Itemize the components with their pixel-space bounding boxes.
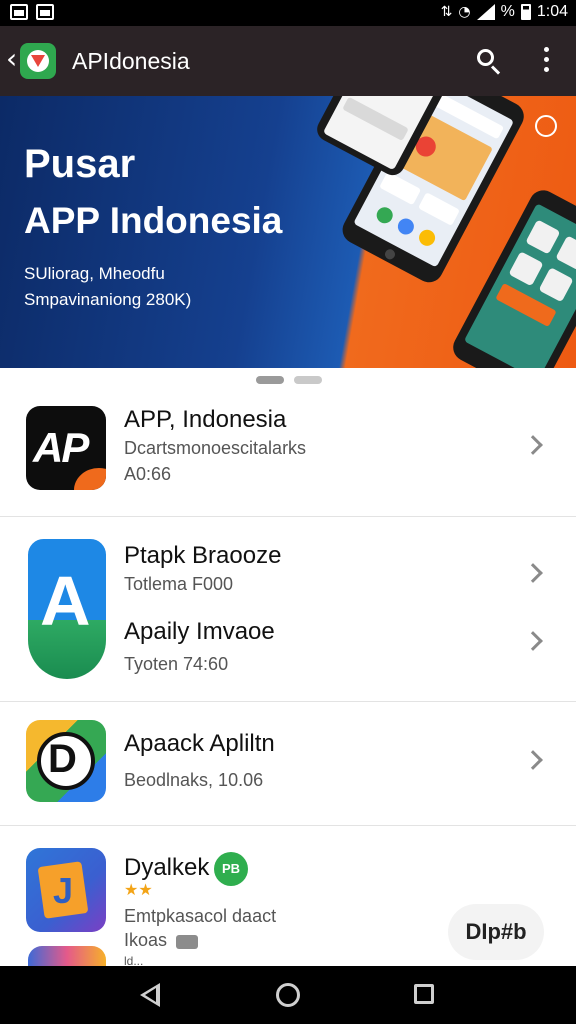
app-icon-a: A [28, 539, 106, 679]
vibrate-icon: ⇅ [440, 4, 453, 20]
status-right-icons: ⇅ ◔ % 1:04 [441, 3, 568, 21]
more-vert-icon[interactable] [536, 47, 556, 75]
list-item-subtitle: Beodlnaks, 10.06 [124, 770, 264, 790]
chevron-right-icon[interactable] [523, 563, 543, 583]
notification-icon [10, 4, 28, 20]
list-item-title: Ptapk Braooze [124, 542, 282, 569]
app-bar: ‹ APIdonesia [0, 26, 576, 96]
verified-badge-icon: PB [214, 852, 248, 886]
carousel-indicator [256, 376, 322, 384]
back-icon[interactable]: ‹ [6, 44, 17, 74]
list-item-meta: Tyoten 74:60 [124, 654, 229, 674]
list-item-meta: Ikoas [124, 930, 168, 950]
nav-home-icon[interactable] [276, 983, 300, 1007]
status-time: 1:04 [536, 3, 568, 20]
chevron-right-icon[interactable] [523, 750, 543, 770]
chevron-right-icon[interactable] [523, 435, 543, 455]
list-item-title: Apaack Apliltn [124, 730, 275, 757]
navigation-bar [0, 966, 576, 1024]
tag-icon [176, 935, 198, 949]
rating-stars: ★★ [124, 880, 153, 899]
gallery-icon [36, 4, 54, 20]
banner-subtitle-line1: SUliorag, Mheodfu [24, 264, 165, 283]
list-item-meta: A0:66 [124, 464, 172, 484]
status-left-icons [10, 4, 54, 20]
battery-percent: % [500, 3, 515, 20]
divider [0, 516, 576, 517]
floating-action-button[interactable]: DIp#b [448, 904, 544, 960]
divider [0, 701, 576, 702]
divider [0, 825, 576, 826]
nav-back-icon[interactable] [140, 983, 160, 1007]
list-item-title: APP, Indonesia [124, 406, 287, 433]
banner-title-line2: APP Indonesia [24, 200, 283, 241]
list-item-subtitle: Totlema F000 [124, 574, 234, 594]
phones-illustration [317, 96, 576, 368]
app-logo-icon [20, 43, 56, 79]
nav-recents-icon[interactable] [414, 984, 434, 1004]
battery-icon [520, 4, 531, 20]
list-item-title: Apaily Imvaoe [124, 618, 275, 645]
promo-banner[interactable]: Pusar APP Indonesia SUliorag, Mheodfu Sm… [0, 96, 576, 368]
carousel-dot[interactable] [294, 376, 322, 384]
list-item-title: Dyalkek [124, 854, 210, 881]
app-title: APIdonesia [72, 48, 190, 74]
banner-title-line1: Pusar [24, 142, 136, 186]
search-icon[interactable] [476, 48, 502, 75]
list-item-subtitle: Emtpkasacol daact [124, 906, 277, 926]
chevron-right-icon[interactable] [523, 631, 543, 651]
app-icon-j: J [26, 848, 106, 932]
banner-subtitle-line2: Smpavinaniong 280K) [24, 290, 192, 309]
wifi-icon: ◔ [458, 4, 471, 20]
status-bar: ⇅ ◔ % 1:04 [0, 0, 576, 26]
app-icon-d: D [26, 720, 106, 802]
signal-icon [476, 4, 495, 20]
app-icon-ap: AP [26, 406, 106, 490]
carousel-dot[interactable] [256, 376, 284, 384]
list-item-subtitle: Dcartsmonoescitalarks [124, 438, 307, 458]
